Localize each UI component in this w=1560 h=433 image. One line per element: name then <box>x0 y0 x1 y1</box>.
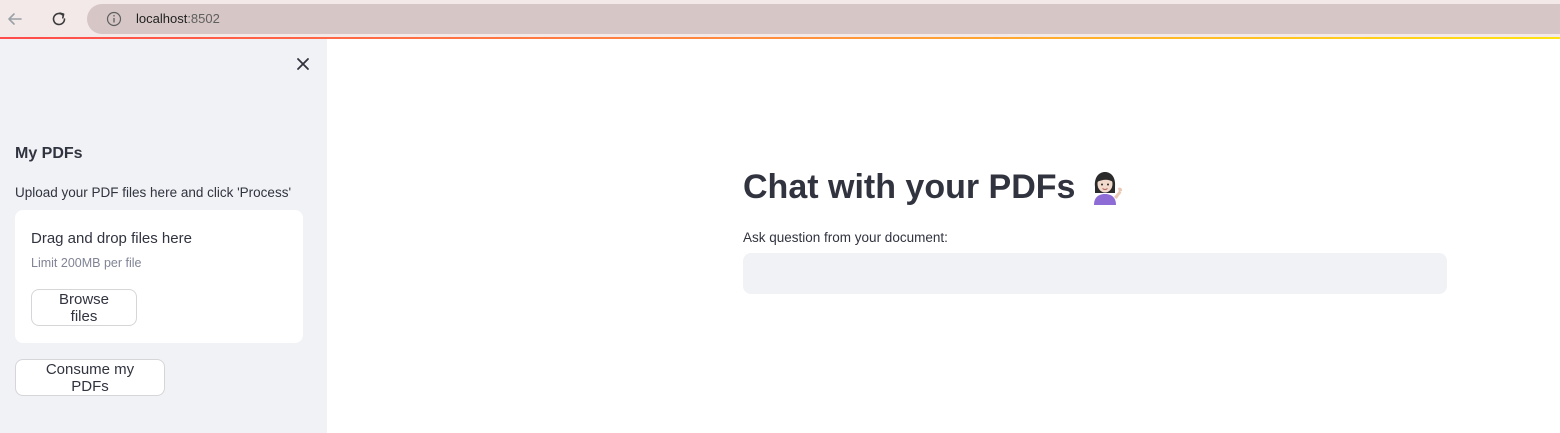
main-content: Chat with your PDFs Ask question from yo… <box>327 39 1560 433</box>
reload-button[interactable] <box>47 7 71 31</box>
page-title-text: Chat with your PDFs <box>743 167 1076 206</box>
question-input[interactable] <box>743 253 1447 294</box>
consume-pdfs-button[interactable]: Consume my PDFs <box>15 359 165 396</box>
sidebar-title: My PDFs <box>15 145 83 162</box>
url-port: :8502 <box>187 11 220 26</box>
dropzone-title: Drag and drop files here <box>31 230 192 247</box>
sidebar-caption: Upload your PDF files here and click 'Pr… <box>15 185 292 200</box>
back-button[interactable] <box>3 7 27 31</box>
question-label: Ask question from your document: <box>743 230 948 245</box>
site-info-icon[interactable] <box>106 11 122 27</box>
file-uploader-dropzone[interactable]: Drag and drop files here Limit 200MB per… <box>15 210 303 343</box>
close-sidebar-button[interactable] <box>293 54 313 74</box>
close-icon <box>297 58 309 70</box>
url-text[interactable]: localhost:8502 <box>136 11 220 27</box>
url-host: localhost <box>136 11 188 26</box>
sidebar: My PDFs Upload your PDF files here and c… <box>0 39 327 433</box>
dropzone-limit: Limit 200MB per file <box>31 256 142 270</box>
arrow-left-icon <box>8 13 22 25</box>
reload-icon <box>52 12 66 26</box>
woman-tipping-hand-icon <box>1094 172 1123 205</box>
browse-files-button[interactable]: Browse files <box>31 289 137 326</box>
browser-toolbar: localhost:8502 <box>0 0 1560 39</box>
page-title: Chat with your PDFs <box>743 167 1125 207</box>
address-bar[interactable]: localhost:8502 <box>87 4 1560 34</box>
